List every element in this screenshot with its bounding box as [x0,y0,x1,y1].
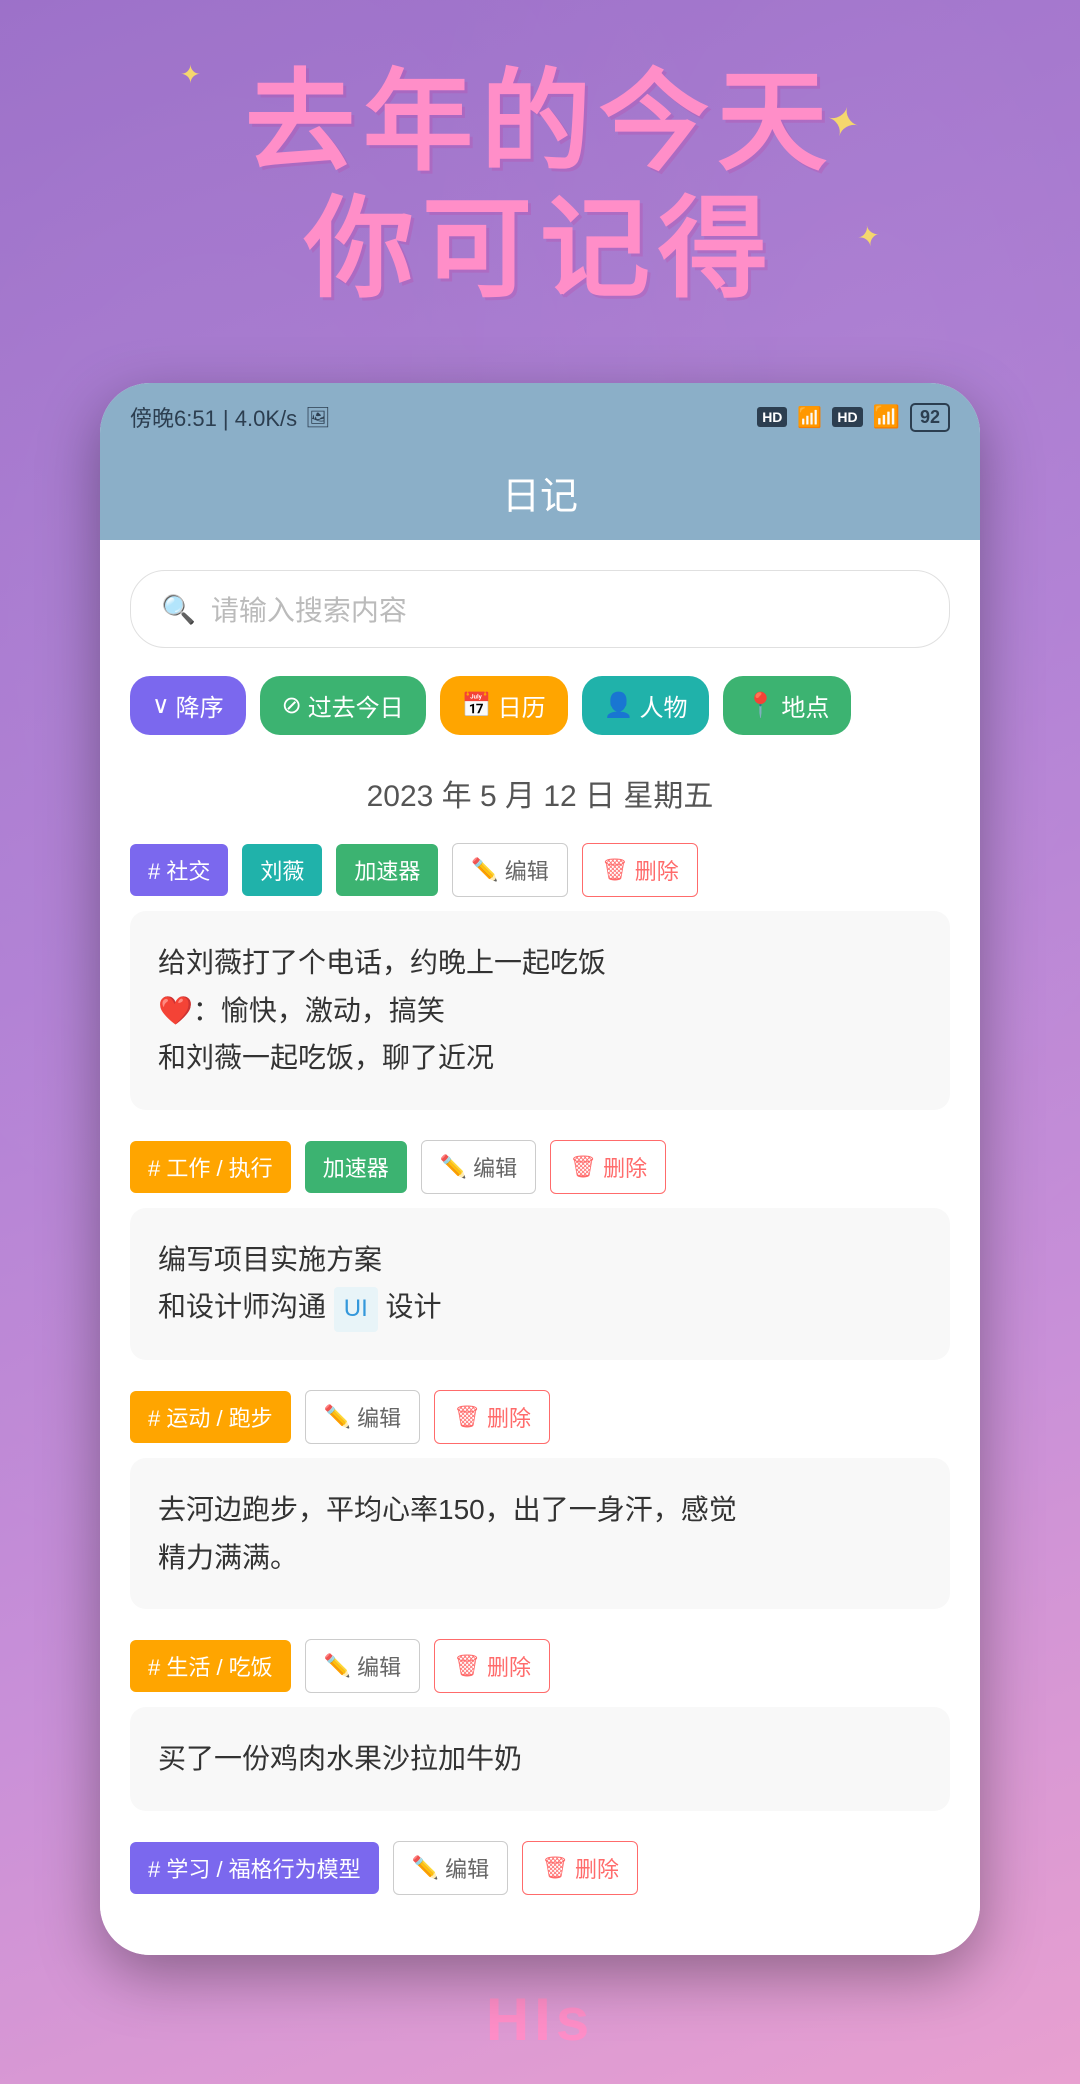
entry1-card: 给刘薇打了个电话，约晚上一起吃饭 ❤️：愉快，激动，搞笑 和刘薇一起吃饭，聊了近… [130,911,950,1110]
filter-past-btn[interactable]: ⊘ 过去今日 [260,676,426,735]
edit-icon3: ✏️ [324,1404,351,1430]
entry-section-3: # 运动 / 跑步 ✏️ 编辑 🗑 删除 去河边跑步，平均心率150，出了一身汗… [130,1390,950,1609]
entry1-line3: 和刘薇一起吃饭，聊了近况 [158,1034,922,1082]
edit-icon4: ✏️ [324,1653,351,1679]
delete-label: 删除 [635,854,679,886]
sort-icon: ∨ [152,691,170,720]
entry-section-4: # 生活 / 吃饭 ✏️ 编辑 🗑 删除 买了一份鸡肉水果沙拉加牛奶 [130,1639,950,1811]
delete-icon3: 🗑 [453,1404,481,1430]
filter-calendar-btn[interactable]: 📅 日历 [440,676,568,735]
search-icon: 🔍 [161,593,196,626]
entry-section-1: # 社交 刘薇 加速器 ✏️ 编辑 🗑 删除 给刘薇打了个电话，约晚上一起吃饭 … [130,843,950,1110]
entry4-tags-row: # 生活 / 吃饭 ✏️ 编辑 🗑 删除 [130,1639,950,1693]
delete-label4: 删除 [487,1650,531,1682]
bottom-label: HIs [0,1955,1080,2084]
entry1-delete-btn[interactable]: 🗑 删除 [582,843,698,897]
entry1-edit-btn[interactable]: ✏️ 编辑 [452,843,567,897]
delete-icon4: 🗑 [453,1653,481,1679]
status-time: 傍晚6:51 | 4.0K/s [130,401,297,433]
hd-badge1: HD [757,407,787,427]
phone-frame: 傍晚6:51 | 4.0K/s 🖼 HD 📶 HD 📶 92 日记 🔍 请输入搜… [100,383,980,1955]
entry4-delete-btn[interactable]: 🗑 删除 [434,1639,550,1693]
edit-icon: ✏️ [471,857,498,883]
wifi-icon: 📶 [873,404,900,430]
entry2-line2: 和设计师沟通 UI 设计 [158,1283,922,1332]
tag-life[interactable]: # 生活 / 吃饭 [130,1640,291,1692]
entry-section-2: # 工作 / 执行 加速器 ✏️ 编辑 🗑 删除 编写项目实施方案 和设计师沟通… [130,1140,950,1360]
entry5-tags-row: # 学习 / 福格行为模型 ✏️ 编辑 🗑 删除 [130,1841,950,1895]
sparkle-decoration: ✦ [180,60,201,90]
header-title-line2: 你可记得 [40,187,1040,314]
battery-indicator: 92 [910,403,950,432]
entry2-card: 编写项目实施方案 和设计师沟通 UI 设计 [130,1208,950,1360]
tag-study[interactable]: # 学习 / 福格行为模型 [130,1842,379,1894]
entry3-line1: 去河边跑步，平均心率150，出了一身汗，感觉 [158,1486,922,1534]
edit-label2: 编辑 [473,1151,517,1183]
hd-badge2: HD [832,407,862,427]
signal-icon: 📶 [797,405,822,430]
filter-location-btn[interactable]: 📍 地点 [723,676,851,735]
tag-work[interactable]: # 工作 / 执行 [130,1141,291,1193]
entry1-tags-row: # 社交 刘薇 加速器 ✏️ 编辑 🗑 删除 [130,843,950,897]
entry1-line2: ❤️：愉快，激动，搞笑 [158,987,922,1035]
date-header: 2023 年 5 月 12 日 星期五 [130,771,950,815]
content-area: 🔍 请输入搜索内容 ∨ 降序 ⊘ 过去今日 📅 日历 👤 人物 📍 [100,540,980,1955]
edit-icon2: ✏️ [440,1154,467,1180]
entry3-edit-btn[interactable]: ✏️ 编辑 [305,1390,420,1444]
tag-booster[interactable]: 加速器 [336,844,438,896]
sparkle-decoration3: ✦ [854,218,883,255]
entry5-delete-btn[interactable]: 🗑 删除 [522,1841,638,1895]
edit-label4: 编辑 [357,1650,401,1682]
status-bar: 傍晚6:51 | 4.0K/s 🖼 HD 📶 HD 📶 92 [100,383,980,445]
delete-label3: 删除 [487,1401,531,1433]
header-section: ✦ 去年的今天 你可记得 ✦ ✦ [0,0,1080,353]
past-label: 过去今日 [308,688,404,723]
sort-label: 降序 [176,688,224,723]
edit-label: 编辑 [505,854,549,886]
entry-section-5: # 学习 / 福格行为模型 ✏️ 编辑 🗑 删除 [130,1841,950,1895]
calendar-label: 日历 [498,688,546,723]
entry5-edit-btn[interactable]: ✏️ 编辑 [393,1841,508,1895]
person-icon: 👤 [604,691,634,720]
status-left: 傍晚6:51 | 4.0K/s 🖼 [130,401,331,433]
entry3-line2: 精力满满。 [158,1534,922,1582]
past-icon: ⊘ [282,691,302,720]
app-header: 日记 [100,445,980,540]
edit-label3: 编辑 [357,1401,401,1433]
tag-person-liuwei[interactable]: 刘薇 [242,844,322,896]
filter-bar: ∨ 降序 ⊘ 过去今日 📅 日历 👤 人物 📍 地点 [130,676,950,735]
search-placeholder-text: 请输入搜索内容 [211,589,407,629]
delete-label5: 删除 [575,1852,619,1884]
entry4-card: 买了一份鸡肉水果沙拉加牛奶 [130,1707,950,1811]
tag-social[interactable]: # 社交 [130,844,228,896]
entry2-delete-btn[interactable]: 🗑 删除 [550,1140,666,1194]
calendar-icon: 📅 [462,691,492,720]
entry1-line1: 给刘薇打了个电话，约晚上一起吃饭 [158,939,922,987]
entry4-edit-btn[interactable]: ✏️ 编辑 [305,1639,420,1693]
location-label: 地点 [781,688,829,723]
edit-icon5: ✏️ [412,1855,439,1881]
entry3-tags-row: # 运动 / 跑步 ✏️ 编辑 🗑 删除 [130,1390,950,1444]
entry2-line1: 编写项目实施方案 [158,1236,922,1284]
delete-label2: 删除 [603,1151,647,1183]
edit-label5: 编辑 [445,1852,489,1884]
status-right: HD 📶 HD 📶 92 [757,403,950,432]
entry2-edit-btn[interactable]: ✏️ 编辑 [421,1140,536,1194]
entry3-card: 去河边跑步，平均心率150，出了一身汗，感觉 精力满满。 [130,1458,950,1609]
location-icon: 📍 [745,691,775,720]
person-label: 人物 [639,688,687,723]
entry2-tags-row: # 工作 / 执行 加速器 ✏️ 编辑 🗑 删除 [130,1140,950,1194]
filter-sort-btn[interactable]: ∨ 降序 [130,676,246,735]
filter-person-btn[interactable]: 👤 人物 [582,676,710,735]
app-title: 日记 [502,476,578,518]
delete-icon5: 🗑 [541,1855,569,1881]
delete-icon2: 🗑 [569,1154,597,1180]
delete-icon: 🗑 [601,857,629,883]
status-icon: 🖼 [305,405,330,430]
tag-sport[interactable]: # 运动 / 跑步 [130,1391,291,1443]
entry3-delete-btn[interactable]: 🗑 删除 [434,1390,550,1444]
search-bar[interactable]: 🔍 请输入搜索内容 [130,570,950,648]
entry4-line1: 买了一份鸡肉水果沙拉加牛奶 [158,1735,922,1783]
tag-booster2[interactable]: 加速器 [305,1141,407,1193]
